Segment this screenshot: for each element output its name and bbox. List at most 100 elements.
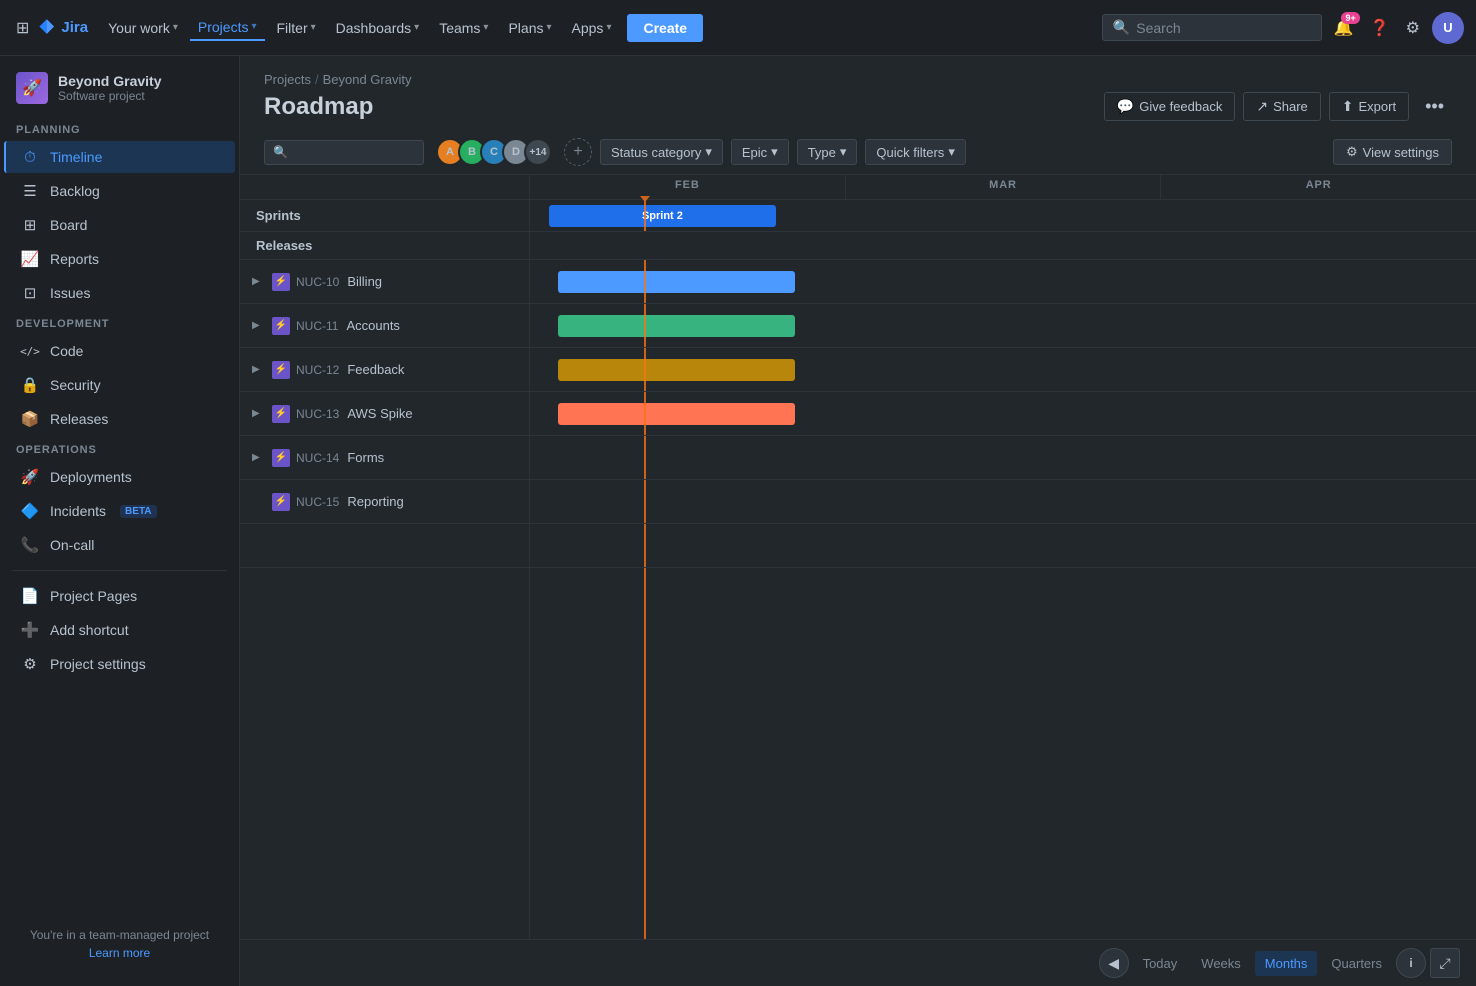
help-button[interactable]: ❓: [1366, 14, 1394, 42]
plans-nav[interactable]: Plans ▾: [500, 16, 559, 40]
settings-button[interactable]: ⚙: [1402, 14, 1424, 42]
content-header: Projects / Beyond Gravity Roadmap 💬 Give…: [240, 56, 1476, 130]
row-expand-icon[interactable]: ▶: [252, 276, 266, 287]
teams-nav[interactable]: Teams ▾: [431, 16, 496, 40]
timeline-bar-nuc11[interactable]: [558, 315, 795, 337]
projects-nav[interactable]: Projects ▾: [190, 15, 265, 41]
project-settings-icon: ⚙: [20, 654, 40, 674]
today-line: [644, 392, 646, 435]
sidebar-item-security[interactable]: 🔒 Security: [4, 369, 235, 401]
user-avatar[interactable]: U: [1432, 12, 1464, 44]
today-line: [644, 480, 646, 523]
timeline-icon: ⏱: [20, 147, 40, 167]
your-work-nav[interactable]: Your work ▾: [100, 16, 186, 40]
issues-icon: ⊡: [20, 283, 40, 303]
row-expand-icon[interactable]: ▶: [252, 364, 266, 375]
apps-nav[interactable]: Apps ▾: [564, 16, 620, 40]
sidebar-item-add-shortcut[interactable]: ➕ Add shortcut: [4, 614, 235, 646]
info-button[interactable]: i: [1396, 948, 1426, 978]
quick-filters-filter[interactable]: Quick filters ▾: [865, 139, 965, 165]
sidebar-item-oncall[interactable]: 📞 On-call: [4, 529, 235, 561]
grid-menu-icon[interactable]: ⊞: [12, 14, 33, 42]
avatar-count[interactable]: +14: [524, 138, 552, 166]
filter-nav[interactable]: Filter ▾: [269, 16, 324, 40]
sidebar-item-label: Releases: [50, 411, 108, 427]
breadcrumb-project[interactable]: Beyond Gravity: [323, 72, 412, 87]
sidebar-item-releases[interactable]: 📦 Releases: [4, 403, 235, 435]
breadcrumb-projects[interactable]: Projects: [264, 72, 311, 87]
type-filter[interactable]: Type ▾: [797, 139, 858, 165]
search-icon: 🔍: [1113, 19, 1130, 36]
row-title: Billing: [347, 274, 382, 289]
row-label-nuc13: ▶ ⚡ NUC-13 AWS Spike: [240, 392, 530, 435]
today-button[interactable]: Today: [1133, 951, 1188, 976]
weeks-button[interactable]: Weeks: [1191, 951, 1251, 976]
row-type-icon: ⚡: [272, 273, 290, 291]
releases-label: Releases: [240, 232, 530, 259]
gantt-rows: ▶ ⚡ NUC-10 Billing ▶ ⚡ NUC-11: [240, 260, 1476, 939]
row-label-nuc11: ▶ ⚡ NUC-11 Accounts: [240, 304, 530, 347]
add-member-button[interactable]: +: [564, 138, 592, 166]
row-expand-icon[interactable]: ▶: [252, 320, 266, 331]
row-expand-icon[interactable]: ▶: [252, 452, 266, 463]
security-icon: 🔒: [20, 375, 40, 395]
sprint-label: Sprints: [240, 200, 530, 231]
sidebar-item-backlog[interactable]: ☰ Backlog: [4, 175, 235, 207]
row-issue-id: NUC-12: [296, 363, 339, 377]
sprint-bar[interactable]: Sprint 2: [549, 205, 776, 227]
feedback-icon: 💬: [1117, 98, 1134, 115]
fullscreen-button[interactable]: ⤢: [1430, 948, 1460, 978]
timeline-bar-nuc13[interactable]: [558, 403, 795, 425]
timeline-bar-nuc12[interactable]: [558, 359, 795, 381]
board-icon: ⊞: [20, 215, 40, 235]
sidebar-item-project-pages[interactable]: 📄 Project Pages: [4, 580, 235, 612]
notifications-button[interactable]: 🔔 9+: [1330, 14, 1358, 42]
sidebar-item-issues[interactable]: ⊡ Issues: [4, 277, 235, 309]
months-button[interactable]: Months: [1255, 951, 1318, 976]
more-actions-button[interactable]: •••: [1417, 91, 1452, 122]
table-row: ▶ ⚡ NUC-12 Feedback: [240, 348, 1476, 392]
scroll-left-button[interactable]: ◀: [1099, 948, 1129, 978]
sidebar-item-code[interactable]: </> Code: [4, 335, 235, 367]
table-row: ▶ ⚡ NUC-15 Reporting: [240, 480, 1476, 524]
timeline-bar-nuc10[interactable]: [558, 271, 795, 293]
chevron-down-icon: ▾: [948, 144, 955, 160]
sidebar-item-incidents[interactable]: 🔷 Incidents BETA: [4, 495, 235, 527]
row-title: AWS Spike: [347, 406, 412, 421]
share-button[interactable]: ↗ Share: [1243, 92, 1320, 121]
give-feedback-button[interactable]: 💬 Give feedback: [1104, 92, 1236, 121]
roadmap-search-input[interactable]: [294, 145, 415, 160]
project-pages-icon: 📄: [20, 586, 40, 606]
toolbar: 🔍 A B C D +14 + Status category ▾ Epic ▾…: [240, 130, 1476, 175]
dashboards-nav[interactable]: Dashboards ▾: [328, 16, 428, 40]
export-button[interactable]: ⬆ Export: [1329, 92, 1409, 121]
status-category-filter[interactable]: Status category ▾: [600, 139, 723, 165]
month-apr: APR: [1161, 175, 1476, 199]
row-expand-icon[interactable]: ▶: [252, 408, 266, 419]
row-label-nuc15: ▶ ⚡ NUC-15 Reporting: [240, 480, 530, 523]
header-actions: 💬 Give feedback ↗ Share ⬆ Export •••: [1104, 91, 1452, 122]
create-button[interactable]: Create: [627, 14, 703, 42]
sidebar-item-reports[interactable]: 📈 Reports: [4, 243, 235, 275]
sidebar-item-deployments[interactable]: 🚀 Deployments: [4, 461, 235, 493]
incidents-icon: 🔷: [20, 501, 40, 521]
learn-more-link[interactable]: Learn more: [89, 946, 150, 960]
row-timeline: [530, 348, 1476, 391]
row-timeline: [530, 304, 1476, 347]
sidebar-item-label: Board: [50, 217, 87, 233]
sidebar-item-timeline[interactable]: ⏱ Timeline: [4, 141, 235, 173]
row-timeline: [530, 392, 1476, 435]
today-line: [644, 524, 646, 567]
add-shortcut-icon: ➕: [20, 620, 40, 640]
releases-header: Releases: [240, 232, 1476, 260]
sidebar-item-project-settings[interactable]: ⚙ Project settings: [4, 648, 235, 680]
view-settings-button[interactable]: ⚙ View settings: [1333, 139, 1452, 165]
search-input[interactable]: [1136, 20, 1311, 36]
sprint-timeline: Sprint 2: [530, 200, 1476, 231]
view-settings-icon: ⚙: [1346, 144, 1358, 160]
gantt-sprint-row: Sprints Sprint 2: [240, 200, 1476, 232]
quarters-button[interactable]: Quarters: [1321, 951, 1392, 976]
sidebar-item-label: Reports: [50, 251, 99, 267]
sidebar-item-board[interactable]: ⊞ Board: [4, 209, 235, 241]
epic-filter[interactable]: Epic ▾: [731, 139, 789, 165]
